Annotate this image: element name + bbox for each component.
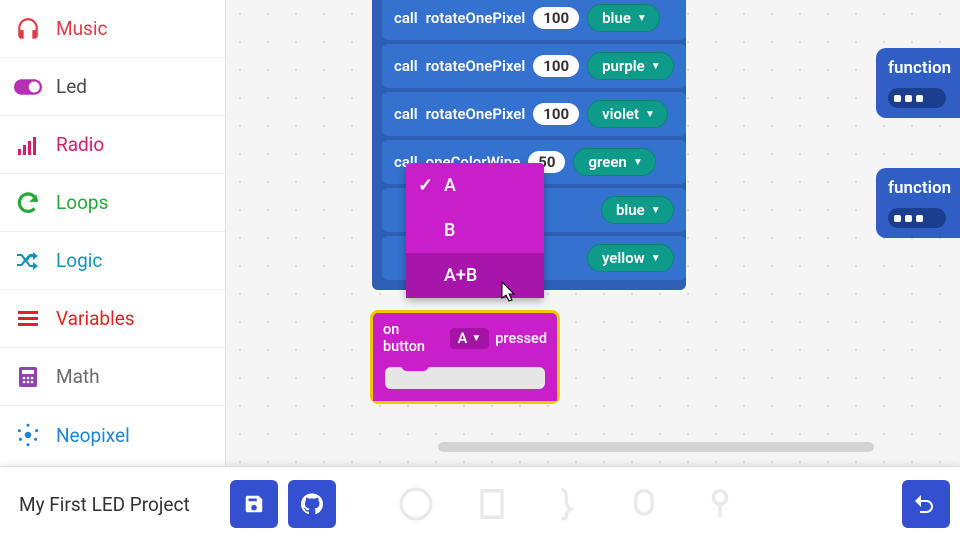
sidebar-item-neopixel[interactable]: Neopixel: [0, 406, 225, 464]
sidebar-item-label: Loops: [56, 191, 108, 214]
save-button[interactable]: [230, 480, 278, 528]
device-icon: [700, 484, 740, 524]
horizontal-scrollbar[interactable]: [438, 442, 874, 452]
dropdown-option-a-plus-b[interactable]: A+B: [406, 253, 544, 298]
shuffle-icon: [14, 247, 42, 275]
faded-hardware-icons: [396, 484, 740, 524]
call-block[interactable]: call rotateOnePixel 100 blue▼: [382, 0, 686, 40]
chevron-down-icon: ▼: [651, 205, 661, 216]
sidebar-item-variables[interactable]: Variables: [0, 290, 225, 348]
chevron-down-icon: ▼: [645, 109, 655, 120]
device-icon: [548, 484, 588, 524]
color-arg[interactable]: green▼: [573, 148, 655, 176]
sidebar-item-label: Led: [56, 75, 87, 98]
github-button[interactable]: [288, 480, 336, 528]
sidebar-item-radio[interactable]: Radio: [0, 116, 225, 174]
chevron-down-icon: ▼: [651, 61, 661, 72]
sidebar-item-led[interactable]: Led: [0, 58, 225, 116]
sidebar-item-logic[interactable]: Logic: [0, 232, 225, 290]
sidebar-item-label: Music: [56, 17, 107, 40]
device-icon: [396, 484, 436, 524]
function-label: function: [888, 178, 960, 198]
sidebar-item-label: Math: [56, 365, 100, 388]
event-suffix: pressed: [495, 330, 547, 347]
function-definition-block[interactable]: function: [876, 48, 960, 118]
function-params-slot: [888, 208, 946, 228]
toggle-icon: [14, 73, 42, 101]
button-selector-dropdown[interactable]: A▼: [450, 328, 490, 349]
call-fn-name: rotateOnePixel: [426, 57, 526, 75]
num-arg[interactable]: 100: [533, 103, 579, 125]
calculator-icon: [14, 363, 42, 391]
sidebar-item-label: Logic: [56, 249, 102, 272]
call-prefix: call: [394, 105, 418, 123]
call-fn-name: rotateOnePixel: [426, 105, 526, 123]
undo-button[interactable]: [902, 480, 950, 528]
sidebar-item-math[interactable]: Math: [0, 348, 225, 406]
num-arg[interactable]: 100: [533, 55, 579, 77]
sidebar-item-label: Neopixel: [56, 424, 130, 447]
function-params-slot: [888, 88, 946, 108]
headphones-icon: [14, 15, 42, 43]
function-definition-block[interactable]: function: [876, 168, 960, 238]
list-icon: [14, 305, 42, 333]
function-label: function: [888, 58, 960, 78]
dropdown-option-a[interactable]: A: [406, 163, 544, 208]
num-arg[interactable]: 100: [533, 7, 579, 29]
device-icon: [624, 484, 664, 524]
chevron-down-icon: ▼: [633, 157, 643, 168]
call-prefix: call: [394, 57, 418, 75]
call-prefix: call: [394, 9, 418, 27]
sidebar-item-music[interactable]: Music: [0, 0, 225, 58]
chevron-down-icon: ▼: [651, 253, 661, 264]
toolbox-sidebar: Music Led Radio Loops Logic Variables: [0, 0, 226, 466]
button-dropdown-menu: A B A+B: [406, 163, 544, 298]
bottom-toolbar: My First LED Project: [0, 466, 960, 540]
event-block-body[interactable]: [373, 363, 557, 401]
sidebar-item-label: Radio: [56, 133, 104, 156]
call-block[interactable]: call rotateOnePixel 100 violet▼: [382, 92, 686, 136]
event-prefix: on button: [383, 321, 444, 355]
color-arg[interactable]: yellow▼: [587, 244, 674, 272]
event-block-header: on button A▼ pressed: [373, 313, 557, 363]
chevron-down-icon: ▼: [637, 13, 647, 24]
blocks-canvas[interactable]: call rotateOnePixel 100 blue▼ call rotat…: [226, 0, 960, 466]
sidebar-item-loops[interactable]: Loops: [0, 174, 225, 232]
call-fn-name: rotateOnePixel: [426, 9, 526, 27]
on-button-pressed-block[interactable]: on button A▼ pressed: [370, 310, 560, 404]
signal-icon: [14, 131, 42, 159]
block-notch: [401, 361, 429, 371]
neopixel-icon: [14, 421, 42, 449]
call-block[interactable]: call rotateOnePixel 100 purple▼: [382, 44, 686, 88]
dropdown-option-b[interactable]: B: [406, 208, 544, 253]
project-name-input[interactable]: My First LED Project: [0, 481, 220, 527]
chevron-down-icon: ▼: [471, 333, 481, 344]
sidebar-item-label: Variables: [56, 307, 135, 330]
color-arg[interactable]: purple▼: [587, 52, 674, 80]
device-icon: [472, 484, 512, 524]
color-arg[interactable]: blue▼: [601, 196, 674, 224]
color-arg[interactable]: blue▼: [587, 4, 660, 32]
loop-icon: [14, 189, 42, 217]
color-arg[interactable]: violet▼: [587, 100, 668, 128]
